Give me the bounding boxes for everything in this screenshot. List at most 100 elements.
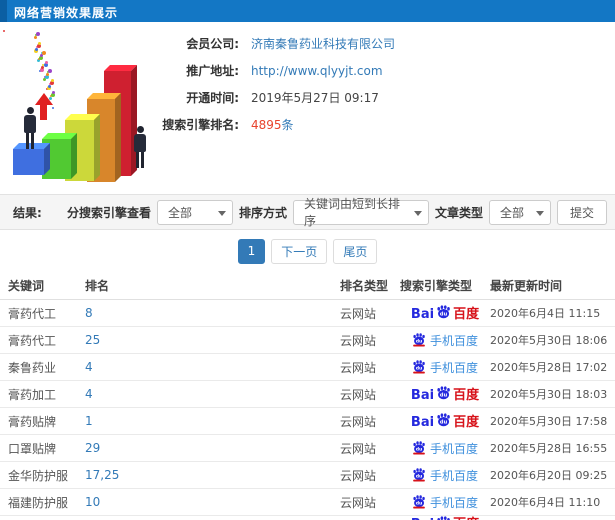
mobile-baidu-logo: du 手机百度	[412, 467, 478, 484]
rank-cell: 1	[85, 414, 340, 428]
filter-bar: 结果: 分搜索引擎查看 全部 排序方式 关键词由短到长排序 文章类型 全部 提交	[0, 194, 615, 230]
baidu-logo: Baidu 百度	[410, 305, 480, 322]
title-bar-stripe	[0, 0, 7, 22]
rank-type-cell: 云网站	[340, 468, 377, 483]
svg-text:du: du	[440, 420, 448, 426]
baidu-logo-bai: Bai	[410, 306, 435, 322]
svg-text:du: du	[416, 338, 423, 344]
engine-type-cell: Baidu百度	[400, 305, 490, 322]
sort-label: 排序方式	[238, 205, 287, 220]
rank-cell: 4	[85, 360, 340, 374]
table-row: 膏药代工 25 云网站 du 手机百度 2020年5月30日 18:06	[0, 327, 615, 354]
sort-select[interactable]: 关键词由短到长排序	[292, 197, 429, 228]
table-header-row: 关键词 排名 排名类型 搜索引擎类型 最新更新时间	[0, 272, 615, 300]
rank-type-cell: 云网站	[340, 495, 377, 510]
baidu-logo: Baidu 百度	[411, 413, 480, 430]
pagination: 1 下一页 尾页	[0, 230, 615, 272]
results-table: 关键词 排名 排名类型 搜索引擎类型 最新更新时间 膏药代工 8 云网站 Bai du 百…	[0, 272, 615, 520]
baidu-logo-bai: Bai	[410, 387, 435, 403]
table-body: 膏药代工 8 云网站 Bai du 百度 2020年6月4日 11:15 膏药代工 25 云网站 d…	[0, 300, 615, 520]
col-header-engine-type: 搜索引擎类型	[400, 279, 473, 293]
rank-link[interactable]: 1	[85, 414, 93, 428]
rank-link[interactable]: 29	[85, 441, 100, 455]
promo-url-link[interactable]: http://www.qlyyjt.com	[251, 64, 383, 78]
mobile-baidu-logo: du 手机百度	[412, 332, 478, 349]
rank-type-cell: 云网站	[340, 360, 377, 375]
baidu-logo-cn: 百度	[453, 414, 480, 430]
table-row: 金华防护服 17,25 云网站 du 手机百度 2020年6月20日 09:25	[0, 462, 615, 489]
keyword-cell: 膏药贴牌	[8, 414, 57, 429]
table-row: 膏药加工 4 云网站 Bai du 百度 2020年5月30日 18:03	[0, 381, 615, 408]
table-row: 秦鲁药业 4 云网站 du 手机百度 2020年5月28日 17:02	[0, 354, 615, 381]
engine-view-selected: 全部	[167, 205, 192, 220]
mobile-baidu-logo: du 手机百度	[412, 359, 478, 376]
engine-type-cell: Baidu 百度	[400, 386, 490, 403]
update-time-cell: 2020年5月28日 17:02	[490, 361, 608, 374]
result-label: 结果:	[13, 205, 42, 220]
chevron-down-icon	[217, 210, 226, 216]
mobile-baidu-label: 手机百度	[429, 441, 478, 456]
filter-controls: 分搜索引擎查看 全部 排序方式 关键词由短到长排序 文章类型 全部 提交	[67, 197, 607, 228]
ranking-count-unit-link[interactable]: 条	[282, 116, 294, 133]
rank-cell: 17,25	[85, 468, 340, 482]
baidu-logo-cn: 百度	[453, 306, 480, 322]
baidu-paw-icon: du	[413, 333, 425, 347]
rank-link[interactable]: 4	[85, 387, 93, 401]
submit-button[interactable]: 提交	[556, 199, 607, 225]
rank-type-cell: 云网站	[340, 387, 377, 402]
keyword-cell: 金华防护服	[8, 468, 69, 483]
article-type-label: 文章类型	[434, 205, 483, 220]
svg-text:du: du	[416, 365, 423, 371]
open-time-value: 2019年5月27日 09:17	[251, 91, 379, 105]
col-header-rank-type: 排名类型	[340, 279, 389, 293]
rank-type-cell: 云网站	[340, 414, 377, 429]
svg-text:du: du	[416, 500, 423, 506]
rank-link[interactable]: 17,25	[85, 468, 119, 482]
chevron-down-icon	[413, 210, 422, 216]
update-time-cell: 2020年6月4日 11:10	[490, 496, 601, 509]
article-type-select[interactable]: 全部	[488, 199, 551, 225]
baidu-paw-icon: du	[413, 468, 425, 482]
rank-link[interactable]: 10	[85, 495, 100, 509]
mobile-baidu-logo: du 手机百度	[412, 440, 478, 457]
rank-type-cell: 云网站	[340, 306, 377, 321]
mobile-baidu-label: 手机百度	[429, 360, 478, 375]
keyword-cell: 福建防护服	[8, 495, 69, 510]
member-company-label: 会员公司:	[186, 37, 239, 51]
rank-cell: 10	[85, 495, 340, 509]
svg-text:du: du	[416, 473, 423, 479]
engine-type-cell: du 手机百度	[400, 332, 490, 349]
next-page-button[interactable]: 下一页	[271, 238, 328, 264]
summary-section: 会员公司: 济南秦鲁药业科技有限公司 推广地址: http://www.qlyy…	[0, 22, 615, 194]
baidu-paw-icon: du	[437, 386, 450, 400]
engine-type-cell: Baidu百度	[400, 516, 490, 520]
chevron-down-icon	[535, 210, 544, 216]
promo-url-label: 推广地址:	[186, 64, 239, 78]
baidu-paw-icon: du	[437, 305, 450, 319]
rank-link[interactable]: 4	[85, 360, 93, 374]
title-bar: 网络营销效果展示	[0, 0, 615, 22]
rank-cell: 29	[85, 441, 340, 455]
last-page-button[interactable]: 尾页	[333, 238, 378, 264]
engine-type-cell: du 手机百度	[400, 467, 490, 484]
baidu-logo-cn: 百度	[453, 387, 480, 403]
baidu-paw-icon: du	[437, 413, 450, 427]
rank-type-cell: 云网站	[340, 333, 377, 348]
chart-bar-blue	[13, 149, 44, 175]
businessman-figure-left	[22, 107, 36, 149]
page-1-button[interactable]: 1	[237, 238, 266, 264]
keyword-cell: 秦鲁药业	[8, 360, 57, 375]
engine-view-select[interactable]: 全部	[156, 199, 233, 225]
svg-text:du: du	[440, 393, 448, 399]
update-time-cell: 2020年5月30日 17:58	[490, 415, 608, 428]
article-type-selected: 全部	[499, 205, 524, 220]
rank-type-cell: 云网站	[340, 441, 377, 456]
member-company-link[interactable]: 济南秦鲁药业科技有限公司	[251, 35, 395, 52]
rank-link[interactable]: 25	[85, 333, 100, 347]
engine-type-cell: Baidu百度	[400, 413, 490, 430]
keyword-cell: 口罩贴牌	[8, 441, 57, 456]
engine-type-cell: du 手机百度	[400, 494, 490, 511]
baidu-logo: Baidu 百度	[410, 386, 480, 403]
rank-link[interactable]: 8	[85, 306, 93, 320]
baidu-paw-icon: du	[413, 495, 425, 509]
